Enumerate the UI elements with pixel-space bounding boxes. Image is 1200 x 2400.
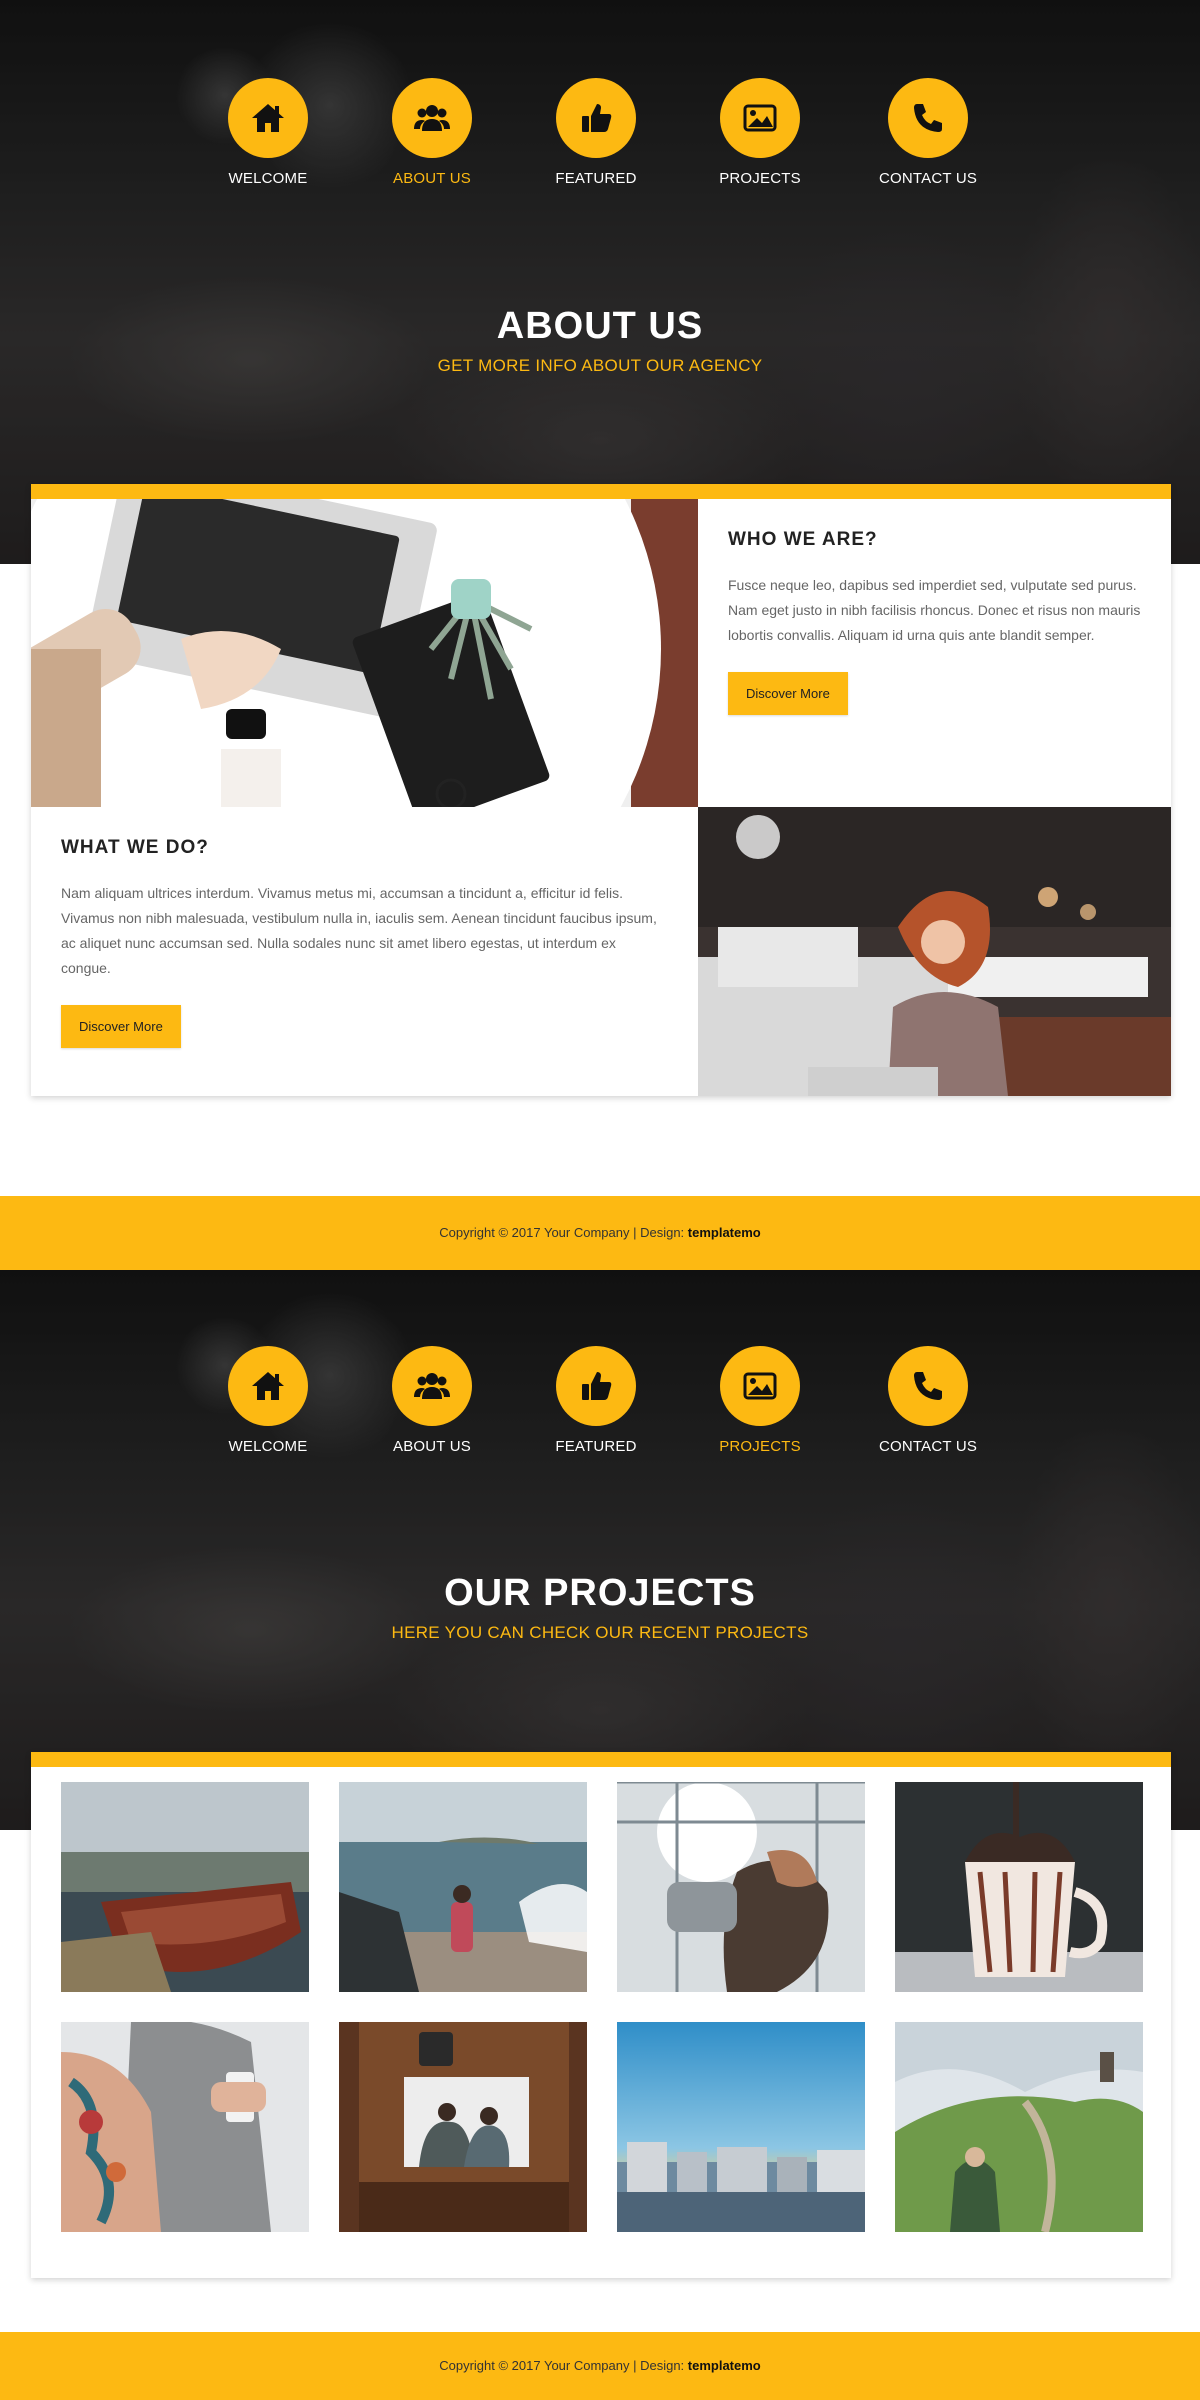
nav-item-welcome[interactable]: WELCOME (198, 78, 338, 187)
discover-more-button[interactable]: Discover More (728, 672, 848, 715)
nav-item-featured[interactable]: FEATURED (526, 78, 666, 187)
about-card: WHO WE ARE? Fusce neque leo, dapibus sed… (31, 484, 1171, 1096)
home-icon (252, 104, 284, 132)
phone-icon (914, 104, 942, 132)
laptop-photo (31, 499, 698, 807)
page-subtitle: GET MORE INFO ABOUT OUR AGENCY (437, 356, 763, 375)
project-thumbnail[interactable] (61, 2022, 309, 2232)
who-we-are-title: WHO WE ARE? (728, 529, 878, 550)
nav-item-welcome[interactable]: WELCOME (198, 1346, 338, 1455)
nav-label-projects: PROJECTS (719, 170, 801, 187)
thumbs-up-icon (582, 104, 612, 132)
phone-icon (914, 1372, 942, 1400)
nav-label-welcome: WELCOME (228, 170, 308, 187)
who-we-are-text: Fusce neque leo, dapibus sed imperdiet s… (728, 577, 1141, 643)
what-we-do-title: WHAT WE DO? (61, 837, 209, 858)
nav-label-contact-us: CONTACT US (878, 170, 978, 187)
discover-more-button[interactable]: Discover More (61, 1005, 181, 1048)
project-thumbnail[interactable] (617, 2022, 865, 2232)
image-icon (743, 1372, 777, 1400)
who-we-are-block: WHO WE ARE? Fusce neque leo, dapibus sed… (698, 499, 1171, 715)
projects-gallery (31, 1752, 1171, 2278)
nav-item-featured[interactable]: FEATURED (526, 1346, 666, 1455)
project-thumbnail[interactable] (617, 1782, 865, 1992)
projects-heading: OUR PROJECTS HERE YOU CAN CHECK OUR RECE… (0, 1572, 1200, 1643)
what-we-do-block: WHAT WE DO? Nam aliquam ultrices interdu… (31, 807, 698, 1048)
thumbs-up-icon (582, 1372, 612, 1400)
nav-item-contact-us[interactable]: CONTACT US (858, 1346, 998, 1455)
project-thumbnail[interactable] (895, 1782, 1143, 1992)
nav-item-about-us[interactable]: ABOUT US (362, 78, 502, 187)
copyright-text: Copyright © 2017 Your Company | Design: (439, 1225, 688, 1240)
footer: Copyright © 2017 Your Company | Design: … (0, 2332, 1200, 2400)
users-icon (414, 105, 450, 131)
nav-item-contact-us[interactable]: CONTACT US (858, 78, 998, 187)
page-title: ABOUT US (496, 305, 704, 347)
project-thumbnail[interactable] (339, 1782, 587, 1992)
footer: Copyright © 2017 Your Company | Design: … (0, 1196, 1200, 1270)
project-thumbnail[interactable] (339, 2022, 587, 2232)
nav-label-featured: FEATURED (555, 1438, 637, 1455)
nav-label-projects: PROJECTS (719, 1438, 801, 1455)
nav-item-projects[interactable]: PROJECTS (690, 78, 830, 187)
users-icon (414, 1373, 450, 1399)
about-heading: ABOUT US GET MORE INFO ABOUT OUR AGENCY (0, 305, 1200, 376)
woman-laptop-photo (698, 807, 1171, 1096)
nav-label-contact-us: CONTACT US (878, 1438, 978, 1455)
project-thumbnail[interactable] (895, 2022, 1143, 2232)
nav-label-about-us: ABOUT US (392, 1438, 471, 1455)
page-title: OUR PROJECTS (444, 1572, 756, 1614)
image-icon (743, 104, 777, 132)
home-icon (252, 1372, 284, 1400)
project-thumbnail[interactable] (61, 1782, 309, 1992)
nav-label-featured: FEATURED (555, 170, 637, 187)
page-subtitle: HERE YOU CAN CHECK OUR RECENT PROJECTS (391, 1623, 809, 1642)
nav-item-about-us[interactable]: ABOUT US (362, 1346, 502, 1455)
nav-label-welcome: WELCOME (228, 1438, 308, 1455)
copyright-text: Copyright © 2017 Your Company | Design: (439, 2358, 688, 2373)
nav-label-about-us: ABOUT US (392, 170, 471, 187)
designer-link[interactable]: templatemo (688, 2358, 761, 2373)
what-we-do-text: Nam aliquam ultrices interdum. Vivamus m… (61, 885, 657, 976)
designer-link[interactable]: templatemo (688, 1225, 761, 1240)
nav-item-projects[interactable]: PROJECTS (690, 1346, 830, 1455)
